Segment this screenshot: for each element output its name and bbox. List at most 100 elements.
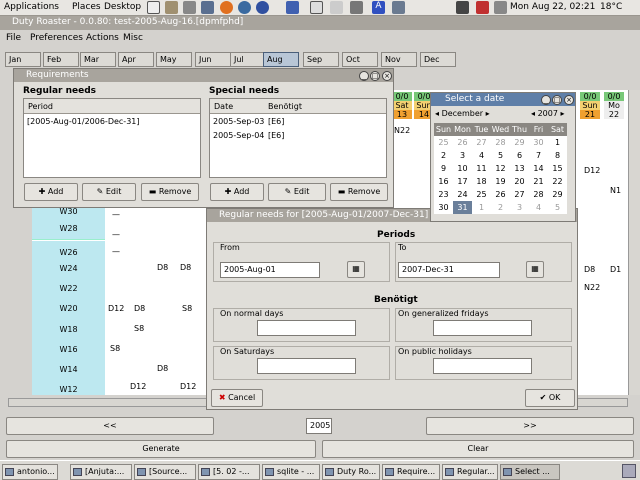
year-selector[interactable]: ◂ 2007 ▸: [531, 109, 564, 118]
month-sep[interactable]: Sep: [303, 52, 339, 67]
grid-cell[interactable]: S8: [134, 324, 144, 333]
calendar-day[interactable]: 13: [510, 162, 529, 175]
launcher-icon[interactable]: [286, 1, 299, 14]
calendar-day[interactable]: 27: [472, 136, 491, 149]
launcher-icon[interactable]: [392, 1, 405, 14]
calendar-day[interactable]: 26: [453, 136, 472, 149]
month-jan[interactable]: Jan: [5, 52, 41, 67]
calendar-day[interactable]: 4: [529, 201, 548, 214]
month-jun[interactable]: Jun: [195, 52, 231, 67]
next-year-button[interactable]: >>: [426, 417, 634, 435]
firefox-icon[interactable]: [220, 1, 233, 14]
grid-cell[interactable]: N1: [610, 186, 621, 195]
grid-cell[interactable]: D12: [180, 382, 196, 391]
month-jul[interactable]: Jul: [230, 52, 266, 67]
calendar-day[interactable]: 22: [548, 175, 567, 188]
calendar-day[interactable]: 9: [434, 162, 453, 175]
grid-cell[interactable]: D12: [130, 382, 146, 391]
calendar-day[interactable]: 23: [434, 188, 453, 201]
calendar-day[interactable]: 7: [529, 149, 548, 162]
calendar-day[interactable]: 15: [548, 162, 567, 175]
grid-cell[interactable]: D8: [157, 263, 168, 272]
special-add-button[interactable]: ✚ Add: [210, 183, 264, 201]
calendar-day[interactable]: 27: [510, 188, 529, 201]
regular-remove-button[interactable]: ▬ Remove: [141, 183, 199, 201]
from-date-field[interactable]: 2005-Aug-01: [220, 262, 320, 278]
launcher-icon[interactable]: [350, 1, 363, 14]
calendar-day[interactable]: 16: [434, 175, 453, 188]
clear-button[interactable]: Clear: [322, 440, 634, 458]
month-may[interactable]: May: [156, 52, 192, 67]
month-dec[interactable]: Dec: [420, 52, 456, 67]
grid-scrollbar[interactable]: [628, 90, 640, 395]
launcher-icon[interactable]: [165, 1, 178, 14]
grid-cell[interactable]: N22: [394, 126, 410, 135]
calendar-day[interactable]: 8: [548, 149, 567, 162]
taskbar-item[interactable]: [Anjuta:...: [70, 464, 132, 480]
thunderbird-icon[interactable]: [238, 1, 251, 14]
list-item[interactable]: 2005-Sep-04 [E6]: [210, 128, 386, 142]
grid-cell[interactable]: S8: [110, 344, 120, 353]
grid-cell[interactable]: D1: [610, 265, 621, 274]
regular-add-button[interactable]: ✚ Add: [24, 183, 78, 201]
calendar-day[interactable]: 29: [510, 136, 529, 149]
calendar-day[interactable]: 26: [491, 188, 510, 201]
month-oct[interactable]: Oct: [342, 52, 378, 67]
month-nov[interactable]: Nov: [381, 52, 417, 67]
grid-cell[interactable]: D12: [584, 166, 600, 175]
year-field[interactable]: 2005: [306, 418, 332, 434]
taskbar-item[interactable]: Duty Ro...: [322, 464, 380, 480]
calendar-day[interactable]: 28: [529, 188, 548, 201]
calendar-day[interactable]: 28: [491, 136, 510, 149]
special-needs-list[interactable]: Date Benötigt 2005-Sep-03 [E6] 2005-Sep-0…: [209, 98, 387, 178]
taskbar-item[interactable]: Select ...: [500, 464, 560, 480]
applications-menu[interactable]: Applications: [4, 2, 59, 12]
launcher-icon[interactable]: [183, 1, 196, 14]
special-edit-button[interactable]: ✎ Edit: [268, 183, 326, 201]
taskbar-item[interactable]: Require...: [382, 464, 440, 480]
grid-cell[interactable]: D8: [157, 364, 168, 373]
launcher-icon[interactable]: [201, 1, 214, 14]
menu-preferences[interactable]: Preferences: [30, 33, 83, 43]
calendar-day[interactable]: 21: [529, 175, 548, 188]
launcher-icon[interactable]: [330, 1, 343, 14]
calendar-day[interactable]: 12: [491, 162, 510, 175]
calendar-icon[interactable]: ▦: [526, 261, 544, 278]
fridays-field[interactable]: [433, 320, 532, 336]
taskbar-item[interactable]: sqlite - ...: [262, 464, 320, 480]
grid-cell[interactable]: D8: [134, 304, 145, 313]
menu-misc[interactable]: Misc: [123, 33, 143, 43]
calendar-day[interactable]: 6: [510, 149, 529, 162]
taskbar-item[interactable]: [Source...: [134, 464, 196, 480]
tray-icon[interactable]: [494, 1, 507, 14]
calendar-day[interactable]: 2: [434, 149, 453, 162]
calendar-day[interactable]: 25: [434, 136, 453, 149]
close-icon[interactable]: ×: [564, 95, 574, 105]
month-aug[interactable]: Aug: [263, 52, 299, 67]
generate-button[interactable]: Generate: [6, 440, 316, 458]
grid-cell[interactable]: S8: [182, 304, 192, 313]
calendar-day[interactable]: 24: [453, 188, 472, 201]
prev-year-button[interactable]: <<: [6, 417, 214, 435]
tray-icon[interactable]: [476, 1, 489, 14]
month-feb[interactable]: Feb: [43, 52, 79, 67]
calendar-day[interactable]: 1: [548, 136, 567, 149]
launcher-icon[interactable]: A: [372, 1, 385, 14]
list-item[interactable]: [2005-Aug-01/2006-Dec-31]: [24, 114, 200, 129]
calendar-day[interactable]: 30: [434, 201, 453, 214]
menu-actions[interactable]: Actions: [86, 33, 119, 43]
places-menu[interactable]: Places: [72, 2, 101, 12]
grid-cell[interactable]: —: [112, 230, 120, 239]
calendar-day[interactable]: 5: [491, 149, 510, 162]
calendar-day-selected[interactable]: 31: [453, 201, 472, 214]
grid-cell[interactable]: —: [112, 210, 120, 219]
grid-cell[interactable]: —: [112, 247, 120, 256]
date-column-header[interactable]: Date: [214, 102, 233, 111]
launcher-icon[interactable]: [310, 1, 323, 14]
special-remove-button[interactable]: ▬ Remove: [330, 183, 388, 201]
period-column-header[interactable]: Period: [24, 99, 200, 114]
need-column-header[interactable]: Benötigt: [268, 99, 302, 114]
regular-edit-button[interactable]: ✎ Edit: [82, 183, 136, 201]
clock[interactable]: Mon Aug 22, 02:21: [510, 2, 595, 12]
regular-needs-list[interactable]: Period [2005-Aug-01/2006-Dec-31]: [23, 98, 201, 178]
